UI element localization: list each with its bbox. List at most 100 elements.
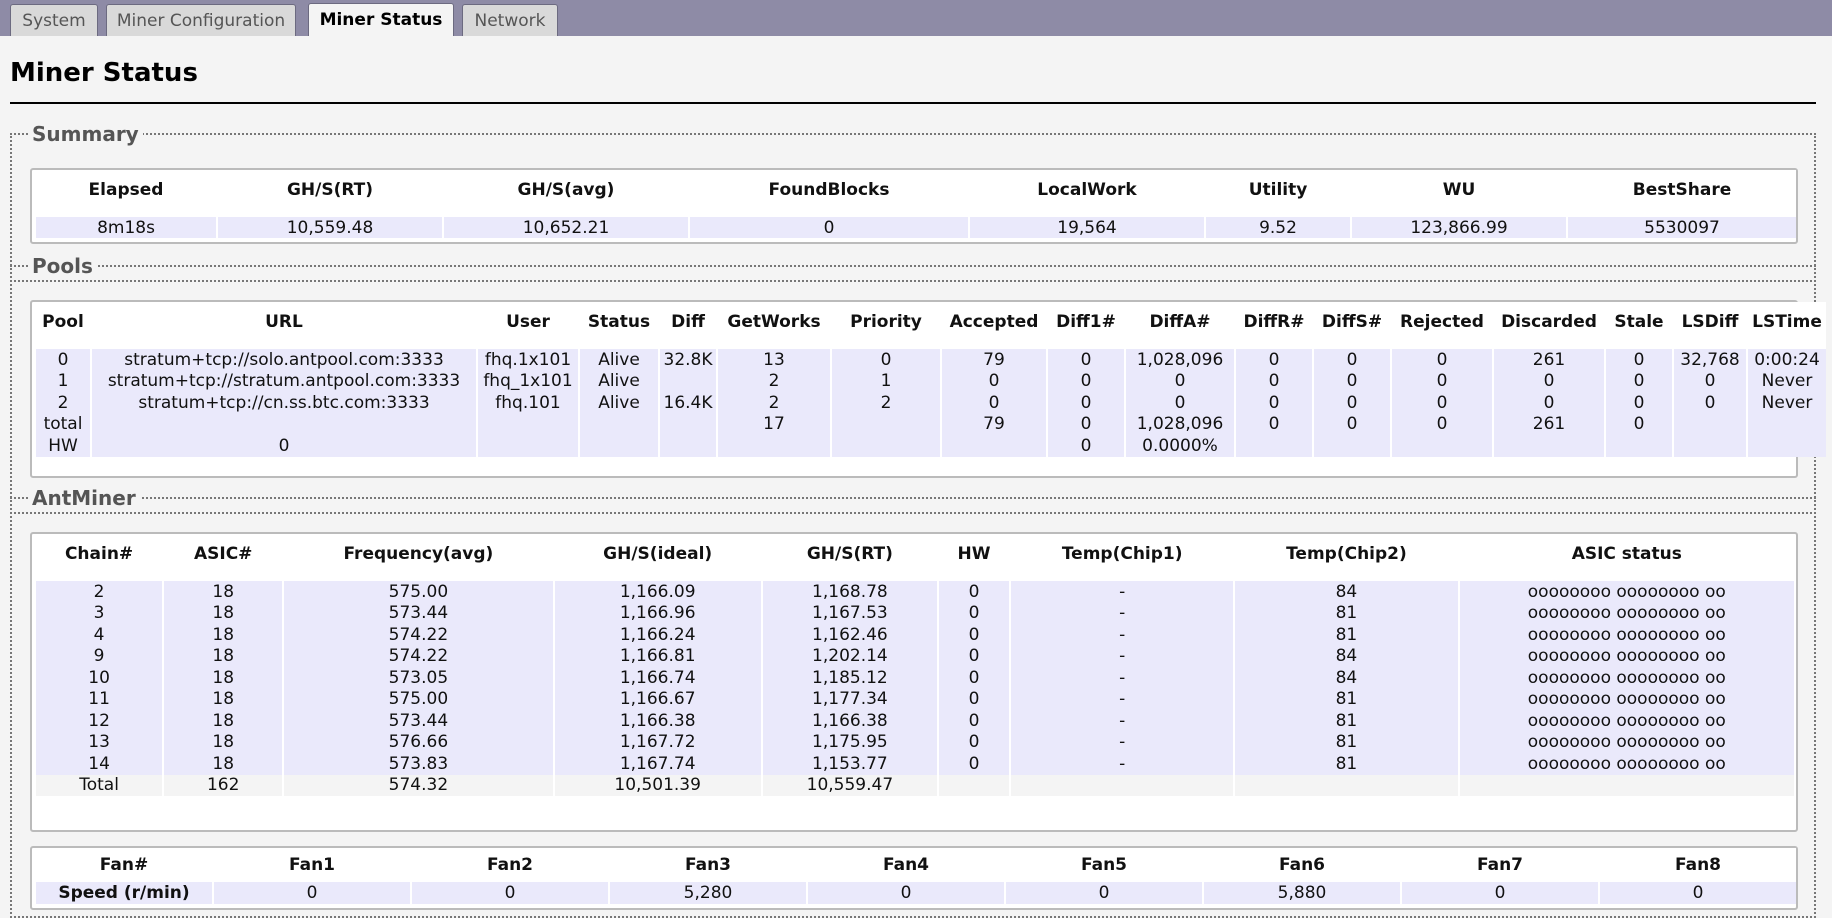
- tab-bar: System Miner Configuration Miner Status …: [0, 0, 1832, 37]
- tab-system[interactable]: System: [10, 4, 98, 36]
- chain-cell: 81: [1235, 731, 1458, 753]
- pool-cell: [832, 413, 940, 435]
- antminer-header-row: Chain# ASIC# Frequency(avg) GH/S(ideal) GH/S…: [36, 534, 1794, 574]
- tab-miner-status[interactable]: Miner Status: [308, 3, 454, 37]
- summary-header: GH/S(RT): [218, 170, 442, 210]
- summary-header: Elapsed: [36, 170, 216, 210]
- pool-cell: 16.4K: [660, 392, 716, 414]
- chain-cell: 1,153.77: [762, 753, 937, 775]
- fan-header: Fan3: [610, 848, 806, 882]
- pool-cell: stratum+tcp://solo.antpool.com:3333: [92, 349, 476, 371]
- tab-miner-configuration[interactable]: Miner Configuration: [106, 4, 296, 36]
- fan-header: Fan7: [1402, 848, 1598, 882]
- pools-header: LSDiff: [1674, 302, 1746, 342]
- fan-table-box: Fan# Fan1 Fan2 Fan3 Fan4 Fan5 Fan6 Fan7 Fan8 Spe…: [30, 846, 1798, 910]
- chain-cell: 81: [1235, 602, 1458, 624]
- antminer-header: ASIC status: [1459, 534, 1794, 574]
- chain-cell: oooooooo oooooooo oo: [1459, 731, 1794, 753]
- summary-cell: 5530097: [1568, 217, 1796, 238]
- chain-cell: 18: [164, 753, 283, 775]
- chain-cell: -: [1011, 624, 1234, 646]
- pools-header: LSTime: [1748, 302, 1826, 342]
- pool-cell: 2: [718, 392, 830, 414]
- pool-cell: 0: [1494, 370, 1604, 392]
- chain-cell: oooooooo oooooooo oo: [1459, 645, 1794, 667]
- chain-cell: 0: [938, 645, 1010, 667]
- pools-legend: Pools: [32, 254, 93, 278]
- fan-header: Fan1: [214, 848, 410, 882]
- chain-cell: 3: [36, 602, 163, 624]
- chain-cell: -: [1011, 710, 1234, 732]
- chain-cell: 0: [938, 581, 1010, 603]
- antminer-section: AntMiner Chain# ASIC# Frequency(avg) GH/S(i…: [10, 486, 1816, 918]
- pool-cell: [1748, 413, 1826, 435]
- pool-cell: [1606, 435, 1672, 457]
- pool-cell: [660, 370, 716, 392]
- summary-header: BestShare: [1568, 170, 1796, 210]
- pools-section: Pools Pool URL User Status Diff GetWorks Prior…: [10, 254, 1826, 514]
- fan-speed-value: 0: [1402, 882, 1598, 904]
- pool-cell: 0: [1048, 349, 1124, 371]
- pool-cell: 0: [832, 349, 940, 371]
- pools-header: Pool: [36, 302, 90, 342]
- chain-cell: 1,175.95: [762, 731, 937, 753]
- summary-value-row: 8m18s 10,559.48 10,652.21 0 19,564 9.52 …: [36, 217, 1796, 238]
- summary-header: WU: [1352, 170, 1566, 210]
- pool-cell: stratum+tcp://cn.ss.btc.com:3333: [92, 392, 476, 414]
- chain-cell: -: [1011, 602, 1234, 624]
- chain-cell: 574.22: [284, 624, 553, 646]
- pools-header: Diff1#: [1048, 302, 1124, 342]
- pool-cell: 0: [942, 370, 1046, 392]
- antminer-header: GH/S(ideal): [554, 534, 761, 574]
- summary-header: GH/S(avg): [444, 170, 688, 210]
- pool-cell: 0: [1314, 392, 1390, 414]
- chain-row: 10 18 573.05 1,166.74 1,185.12 0-84 oooooooo o…: [36, 667, 1794, 689]
- pool-cell: [1392, 435, 1492, 457]
- pool-cell: 0: [1392, 349, 1492, 371]
- chain-cell: 18: [164, 710, 283, 732]
- pool-cell: [660, 435, 716, 457]
- fan-speed-value: 0: [412, 882, 608, 904]
- chain-cell: 1,168.78: [762, 581, 937, 603]
- pool-cell: 79: [942, 413, 1046, 435]
- pools-header: DiffS#: [1314, 302, 1390, 342]
- pool-row: 1 stratum+tcp://stratum.antpool.com:3333 f…: [36, 370, 1826, 392]
- tab-network[interactable]: Network: [462, 4, 558, 36]
- chain-cell: 9: [36, 645, 163, 667]
- chain-cell: 1,166.67: [554, 688, 761, 710]
- chain-cell: 14: [36, 753, 163, 775]
- chain-cell: 18: [164, 602, 283, 624]
- chain-cell: 0: [938, 753, 1010, 775]
- pools-table: Pool URL User Status Diff GetWorks Priority Acc…: [34, 302, 1828, 457]
- pool-cell: 2: [36, 392, 90, 414]
- pool-row: HW 0 0 0.0000%: [36, 435, 1826, 457]
- pools-header-row: Pool URL User Status Diff GetWorks Priority Acc…: [36, 302, 1826, 342]
- fan-header: Fan5: [1006, 848, 1202, 882]
- summary-header: FoundBlocks: [690, 170, 968, 210]
- chain-cell: 575.00: [284, 581, 553, 603]
- pool-cell: 0: [1674, 370, 1746, 392]
- chain-cell: [938, 774, 1010, 796]
- antminer-table-box: Chain# ASIC# Frequency(avg) GH/S(ideal) GH/S…: [30, 532, 1798, 832]
- chain-cell: 573.83: [284, 753, 553, 775]
- chain-cell: 18: [164, 731, 283, 753]
- pool-cell: 0: [1236, 370, 1312, 392]
- chain-cell: -: [1011, 667, 1234, 689]
- pools-header: Diff: [660, 302, 716, 342]
- pool-cell: 79: [942, 349, 1046, 371]
- chain-row: 3 18 573.44 1,166.96 1,167.53 0-81 oooooooo oo…: [36, 602, 1794, 624]
- pool-cell: fhq.101: [478, 392, 578, 414]
- chain-row: 4 18 574.22 1,166.24 1,162.46 0-81 oooooooo oo…: [36, 624, 1794, 646]
- chain-cell: 1,162.46: [762, 624, 937, 646]
- pool-cell: 0: [1392, 413, 1492, 435]
- chain-cell: 84: [1235, 581, 1458, 603]
- fan-speed-value: 5,880: [1204, 882, 1400, 904]
- chain-cell: 576.66: [284, 731, 553, 753]
- pool-cell: [942, 435, 1046, 457]
- pools-header: Accepted: [942, 302, 1046, 342]
- pool-cell: 2: [832, 392, 940, 414]
- summary-cell: 8m18s: [36, 217, 216, 238]
- summary-table-box: Elapsed GH/S(RT) GH/S(avg) FoundBlocks L…: [30, 168, 1798, 244]
- chain-cell: 1,177.34: [762, 688, 937, 710]
- fan-speed-row: Speed (r/min) 0 0 5,280 0 0 5,880 0 0: [36, 882, 1796, 904]
